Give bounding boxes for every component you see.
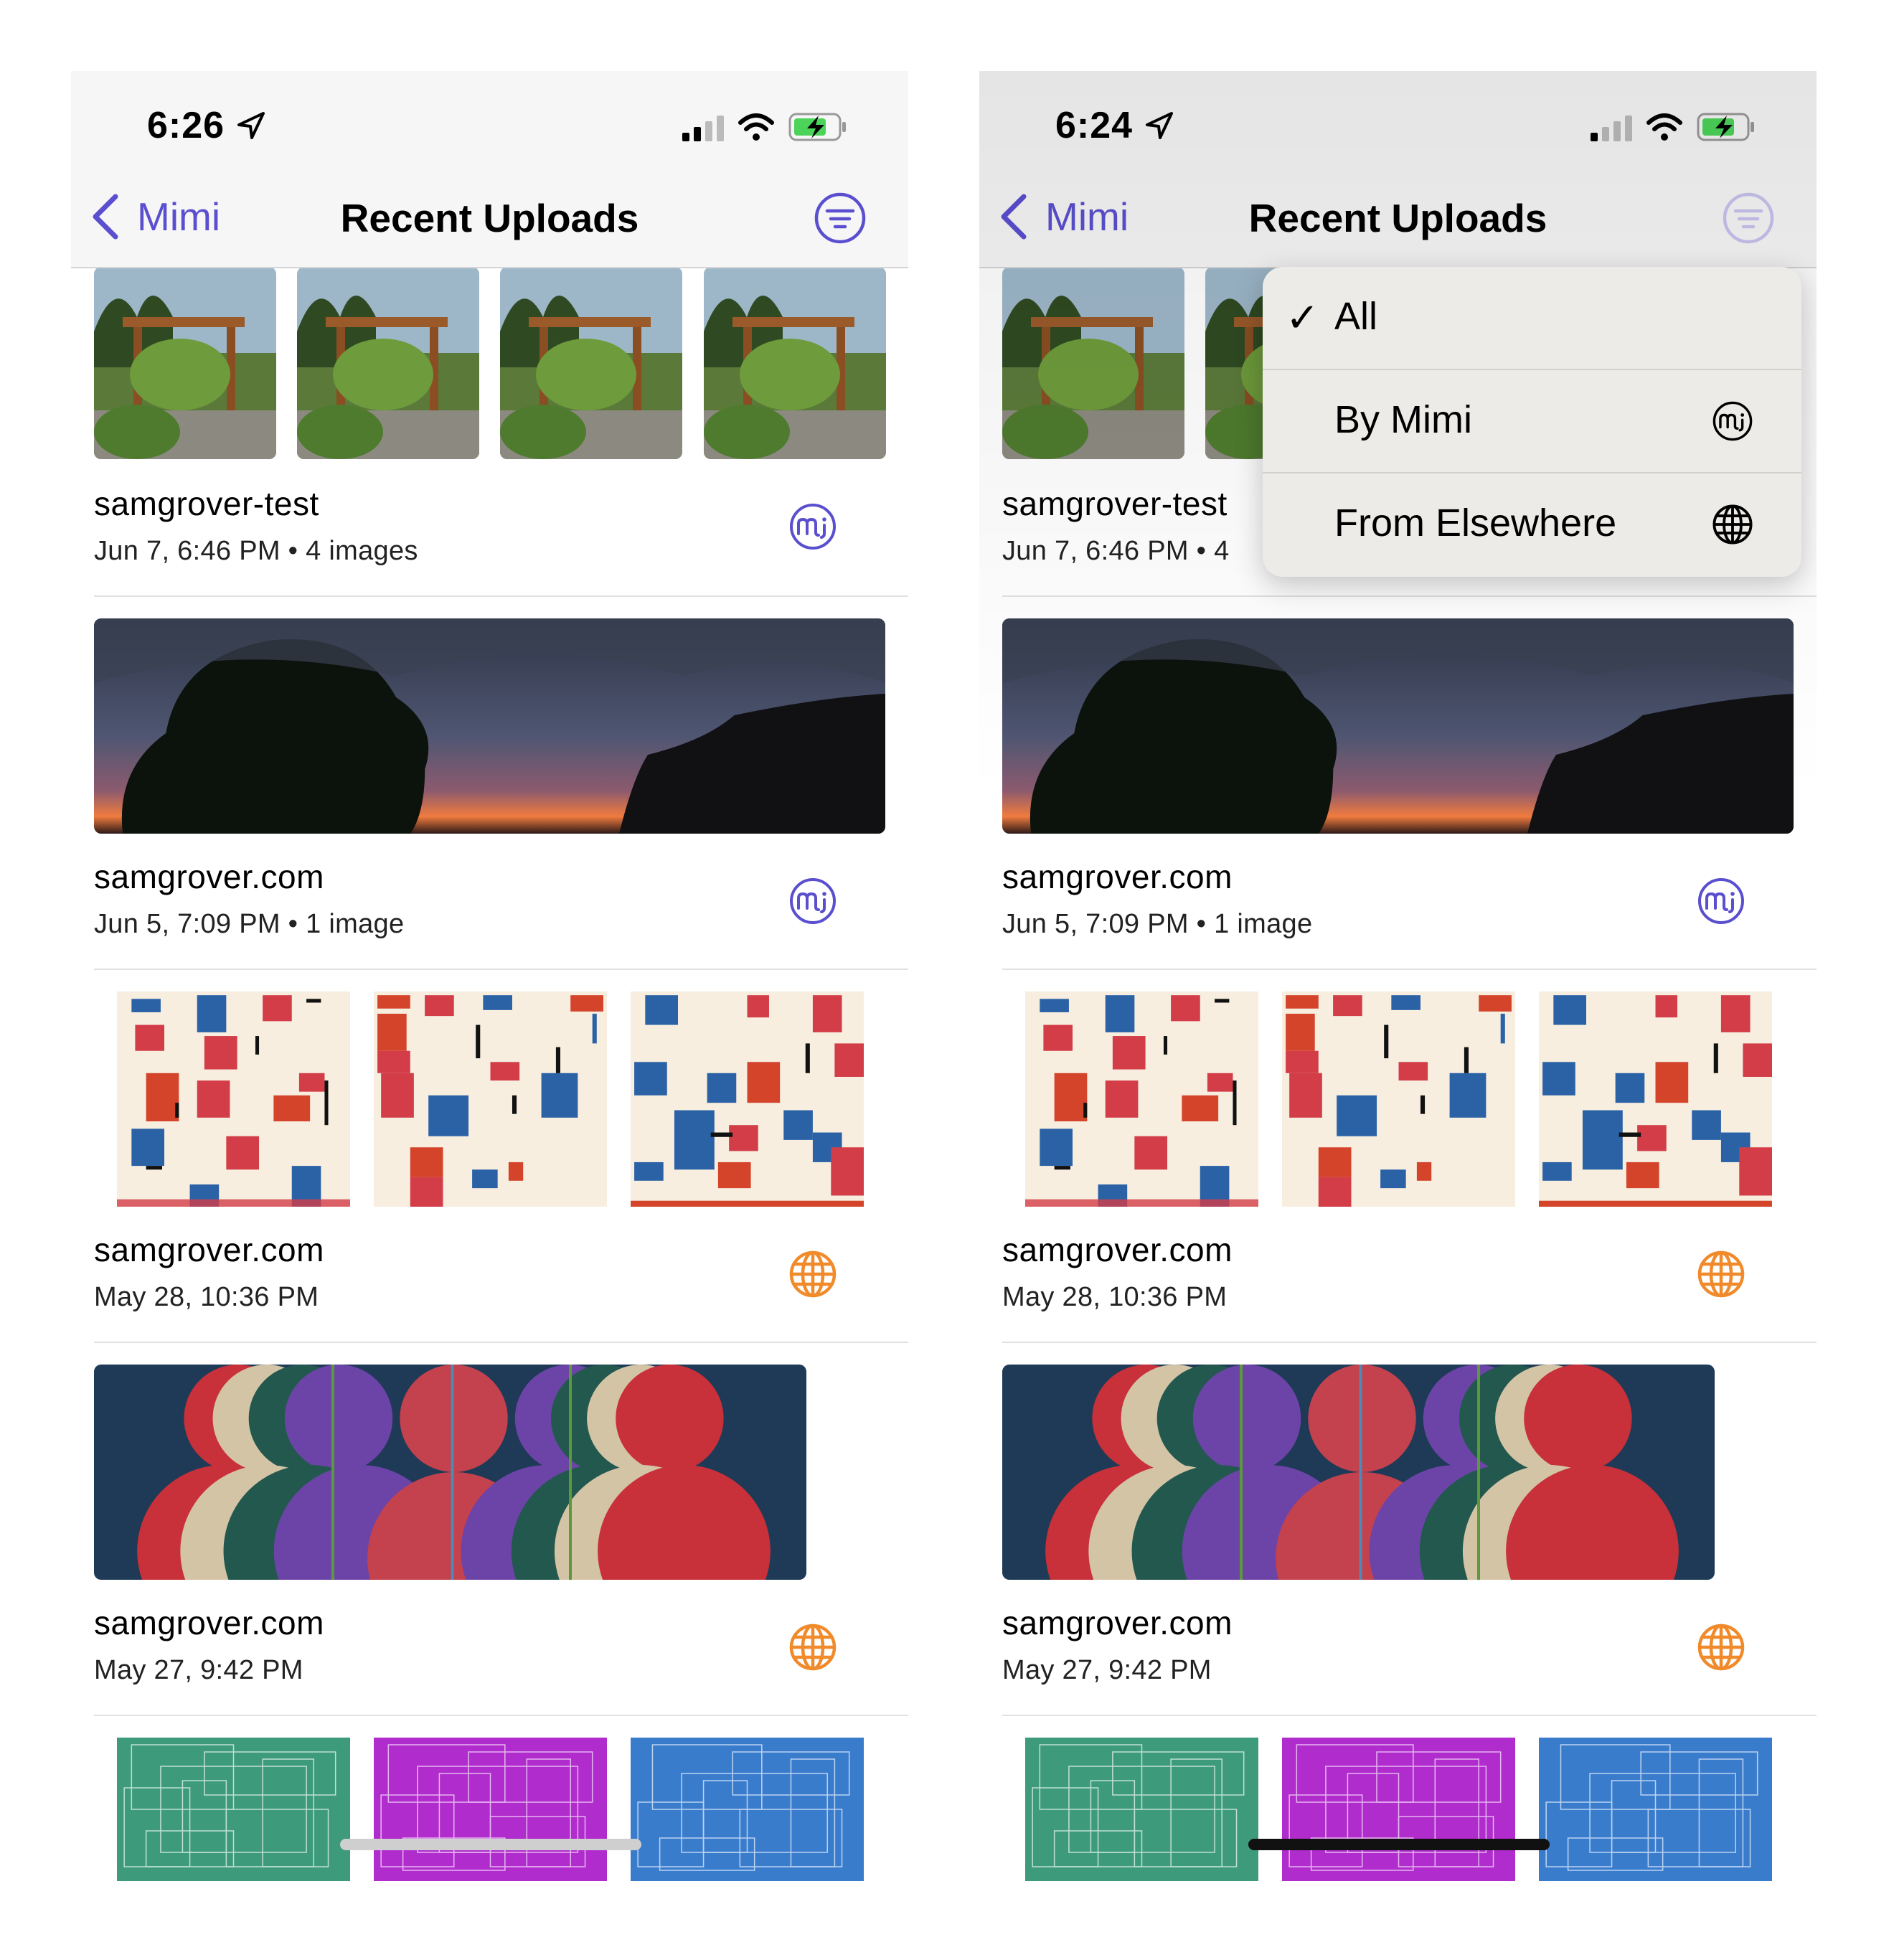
mimi-logo-icon bbox=[1697, 877, 1745, 925]
phone-screen-left: 6:26 Mimi Recent Uploads samgrover-test … bbox=[71, 71, 908, 1936]
entry-meta: May 28, 10:36 PM bbox=[94, 1282, 319, 1312]
entry-title: samgrover.com bbox=[94, 1231, 324, 1268]
status-time: 6:24 bbox=[1055, 105, 1134, 146]
entry-meta: May 27, 9:42 PM bbox=[94, 1655, 303, 1685]
entry-meta: Jun 5, 7:09 PM • 1 image bbox=[1002, 909, 1313, 939]
entry-meta: Jun 5, 7:09 PM • 1 image bbox=[94, 909, 405, 939]
mimi-logo-icon bbox=[788, 877, 837, 925]
globe-icon bbox=[788, 1623, 837, 1672]
photo-thumbnail[interactable] bbox=[1282, 1738, 1515, 1881]
entry-title: samgrover-test bbox=[1002, 485, 1228, 522]
photo-thumbnail[interactable] bbox=[297, 267, 479, 459]
mimi-logo-icon bbox=[1712, 400, 1753, 442]
photo-thumbnail[interactable] bbox=[704, 267, 886, 459]
divider bbox=[94, 969, 908, 970]
photo-thumbnail[interactable] bbox=[1002, 267, 1184, 459]
wifi-icon bbox=[1646, 113, 1682, 141]
photo-thumbnail[interactable] bbox=[1282, 991, 1515, 1207]
divider bbox=[1002, 969, 1817, 970]
page-title: Recent Uploads bbox=[1248, 196, 1547, 240]
photo-thumbnail[interactable] bbox=[1002, 618, 1794, 834]
filter-option-all[interactable]: ✓ All bbox=[1263, 267, 1801, 369]
status-time: 6:26 bbox=[147, 105, 225, 146]
entry-meta: May 27, 9:42 PM bbox=[1002, 1655, 1212, 1685]
phone-screen-right: 6:24 Mimi Recent Uploads samgrover-test … bbox=[979, 71, 1817, 1936]
home-indicator[interactable] bbox=[340, 1839, 641, 1850]
page-title: Recent Uploads bbox=[340, 196, 639, 240]
photo-thumbnail[interactable] bbox=[94, 618, 885, 834]
globe-icon bbox=[1697, 1623, 1745, 1672]
photo-thumbnail[interactable] bbox=[631, 991, 864, 1207]
filter-option-label: All bbox=[1334, 295, 1378, 338]
checkmark-icon: ✓ bbox=[1286, 295, 1319, 340]
divider bbox=[94, 1715, 908, 1716]
divider bbox=[1002, 1715, 1817, 1716]
entry-title: samgrover-test bbox=[94, 485, 319, 522]
photo-thumbnail[interactable] bbox=[500, 267, 682, 459]
photo-thumbnail[interactable] bbox=[94, 267, 276, 459]
location-arrow-icon bbox=[237, 112, 265, 139]
photo-thumbnail[interactable] bbox=[631, 1738, 864, 1881]
filter-icon[interactable] bbox=[1722, 192, 1775, 245]
photo-thumbnail[interactable] bbox=[1002, 1365, 1715, 1580]
photo-thumbnail[interactable] bbox=[374, 1738, 607, 1881]
filter-option-by-mimi[interactable]: By Mimi bbox=[1263, 370, 1801, 472]
photo-thumbnail[interactable] bbox=[374, 991, 607, 1207]
entry-title: samgrover.com bbox=[1002, 1604, 1233, 1641]
globe-icon bbox=[788, 1250, 837, 1299]
entry-title: samgrover.com bbox=[1002, 1231, 1233, 1268]
globe-icon bbox=[1712, 504, 1753, 545]
photo-thumbnail[interactable] bbox=[117, 991, 350, 1207]
cellular-signal-icon bbox=[1591, 116, 1632, 141]
photo-thumbnail[interactable] bbox=[94, 1365, 806, 1580]
filter-option-label: By Mimi bbox=[1334, 398, 1472, 441]
filter-icon[interactable] bbox=[814, 192, 867, 245]
divider bbox=[94, 1342, 908, 1343]
home-indicator[interactable] bbox=[1248, 1839, 1550, 1850]
divider bbox=[1002, 595, 1817, 597]
entry-title: samgrover.com bbox=[1002, 858, 1233, 895]
entry-meta: May 28, 10:36 PM bbox=[1002, 1282, 1228, 1312]
battery-charging-icon bbox=[1697, 113, 1754, 141]
navigation-bar: 6:26 Mimi Recent Uploads bbox=[71, 71, 908, 268]
divider bbox=[94, 595, 908, 597]
battery-charging-icon bbox=[788, 113, 846, 141]
divider bbox=[1002, 1342, 1817, 1343]
photo-thumbnail[interactable] bbox=[1025, 991, 1258, 1207]
filter-option-from-elsewhere[interactable]: From Elsewhere bbox=[1263, 473, 1801, 575]
mimi-logo-icon bbox=[788, 502, 837, 551]
wifi-icon bbox=[738, 113, 774, 141]
cellular-signal-icon bbox=[682, 116, 724, 141]
entry-title: samgrover.com bbox=[94, 858, 324, 895]
entry-meta: Jun 7, 6:46 PM • 4 bbox=[1002, 536, 1230, 566]
location-arrow-icon bbox=[1146, 112, 1173, 139]
photo-thumbnail[interactable] bbox=[1539, 991, 1772, 1207]
filter-menu: ✓ All By Mimi From Elsewhere bbox=[1263, 267, 1801, 577]
filter-option-label: From Elsewhere bbox=[1334, 501, 1617, 545]
photo-thumbnail[interactable] bbox=[1025, 1738, 1258, 1881]
photo-thumbnail[interactable] bbox=[117, 1738, 350, 1881]
photo-thumbnail[interactable] bbox=[1539, 1738, 1772, 1881]
navigation-bar: 6:24 Mimi Recent Uploads bbox=[979, 71, 1817, 268]
globe-icon bbox=[1697, 1250, 1745, 1299]
entry-meta: Jun 7, 6:46 PM • 4 images bbox=[94, 536, 418, 566]
entry-title: samgrover.com bbox=[94, 1604, 324, 1641]
